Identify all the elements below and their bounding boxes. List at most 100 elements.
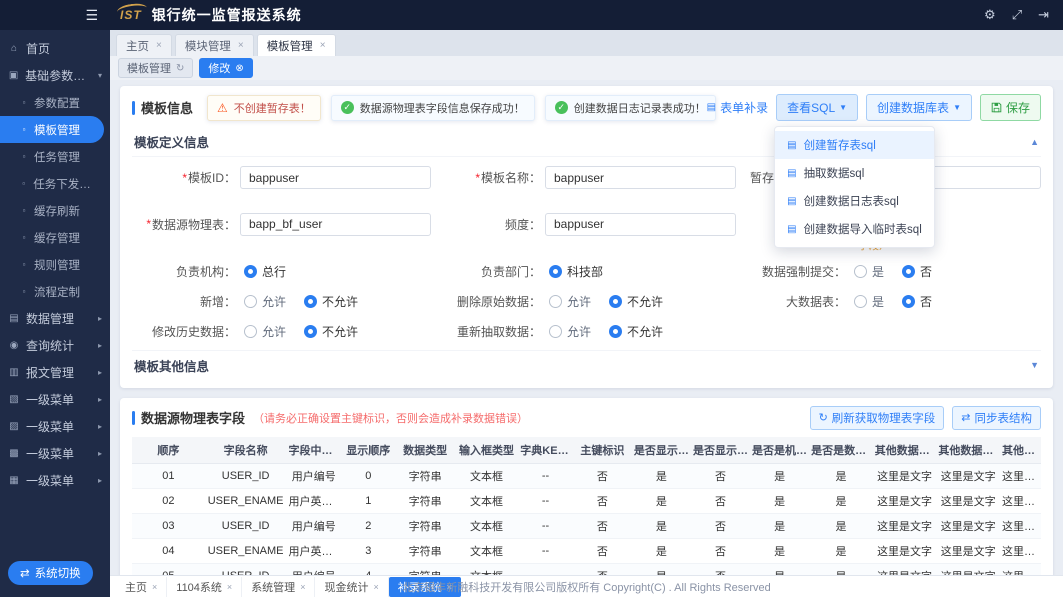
chip-icon[interactable]: ⊗ bbox=[235, 63, 243, 74]
close-icon[interactable]: × bbox=[152, 582, 157, 592]
sql-menu-item[interactable]: ▤ 创建数据日志表sql bbox=[775, 187, 934, 215]
radio-option[interactable]: 不允许 bbox=[609, 293, 663, 310]
column-header[interactable]: 其他数据名称 bbox=[936, 437, 1000, 464]
sidebar-item-process-custom[interactable]: ▫ 流程定制 bbox=[0, 278, 110, 305]
close-icon[interactable]: × bbox=[320, 40, 326, 51]
sidebar-item-cache-refresh[interactable]: ▫ 缓存刷新 bbox=[0, 197, 110, 224]
sidebar-item-rule-management[interactable]: ▫ 规则管理 bbox=[0, 251, 110, 278]
fullscreen-icon[interactable]: ⤢ bbox=[1012, 7, 1022, 23]
radio-option[interactable]: 否 bbox=[902, 263, 932, 280]
tab-module-management[interactable]: 模块管理 × bbox=[175, 34, 254, 56]
sidebar-item-level1-menu-4[interactable]: ▦ 一级菜单 ▸ bbox=[0, 467, 110, 494]
template-name-field: * 模板名称： bbox=[437, 166, 736, 189]
table-row[interactable]: 05 USER_ID 用户编号 4 字符串 文本框 -- 否 是 否 bbox=[132, 563, 1041, 575]
sidebar-item-task-management[interactable]: ▫ 任务管理 bbox=[0, 143, 110, 170]
collapse-icon[interactable]: ▲ bbox=[1030, 137, 1039, 147]
radio-label: 允许 bbox=[262, 323, 286, 340]
column-header[interactable]: 主键标识 bbox=[573, 437, 632, 464]
sidebar-item-home[interactable]: ⌂ 首页 bbox=[0, 35, 110, 62]
column-header[interactable]: 字段中文名称 bbox=[287, 437, 342, 464]
sql-menu-item[interactable]: ▤ 创建数据导入临时表sql bbox=[775, 215, 934, 243]
radio-option[interactable]: 否 bbox=[902, 293, 932, 310]
close-icon[interactable]: × bbox=[156, 40, 162, 51]
menu-item-icon: ▫ bbox=[20, 287, 28, 296]
chip-icon[interactable]: ↻ bbox=[176, 63, 184, 74]
tab-bar: 主页 × 模块管理 × 模板管理 × bbox=[110, 30, 1063, 56]
column-header[interactable]: 字段名称 bbox=[205, 437, 287, 464]
sidebar-item-task-dispatch[interactable]: ▫ 任务下发情况 bbox=[0, 170, 110, 197]
logout-icon[interactable]: ⇥ bbox=[1038, 7, 1049, 23]
radio-option[interactable]: 允许 bbox=[549, 323, 591, 340]
bottom-tab-1104-system[interactable]: 1104系统 × bbox=[167, 577, 242, 597]
close-icon[interactable]: × bbox=[227, 582, 232, 592]
radio-option[interactable]: 不允许 bbox=[609, 323, 663, 340]
sidebar-item-query-stats[interactable]: ◉ 查询统计 ▸ bbox=[0, 332, 110, 359]
tab-template-management[interactable]: 模板管理 × bbox=[257, 34, 336, 56]
create-db-table-button[interactable]: 创建数据库表 ▼ bbox=[866, 94, 972, 121]
sidebar-item-message-management[interactable]: ▥ 报文管理 ▸ bbox=[0, 359, 110, 386]
sync-structure-button[interactable]: ⇄ 同步表结构 bbox=[952, 406, 1041, 430]
gear-icon[interactable]: ⚙ bbox=[984, 7, 996, 23]
close-icon[interactable]: × bbox=[373, 582, 378, 592]
table-row[interactable]: 03 USER_ID 用户编号 2 字符串 文本框 -- 否 是 否 bbox=[132, 513, 1041, 538]
table-row[interactable]: 02 USER_ENAME 用户英文名 1 字符串 文本框 -- 否 是 否 bbox=[132, 488, 1041, 513]
column-header[interactable]: 其他数据名称 bbox=[1000, 437, 1041, 464]
sidebar-item-level1-menu-1[interactable]: ▧ 一级菜单 ▸ bbox=[0, 386, 110, 413]
radio-label: 允许 bbox=[567, 323, 591, 340]
card-title-text: 模板信息 bbox=[141, 98, 193, 117]
sidebar-item-level1-menu-2[interactable]: ▨ 一级菜单 ▸ bbox=[0, 413, 110, 440]
field-input[interactable] bbox=[240, 166, 431, 189]
sidebar-item-cache-management[interactable]: ▫ 缓存管理 bbox=[0, 224, 110, 251]
column-header[interactable]: 是否显示在... bbox=[632, 437, 691, 464]
view-sql-button[interactable]: 查看SQL ▼ bbox=[776, 94, 858, 121]
field-label-text: 大数据表： bbox=[786, 293, 846, 310]
radio-option[interactable]: 允许 bbox=[244, 293, 286, 310]
column-header[interactable]: 数据类型 bbox=[396, 437, 455, 464]
radio-option[interactable]: 是 bbox=[854, 293, 884, 310]
table-row[interactable]: 01 USER_ID 用户编号 0 字符串 文本框 -- 否 是 否 bbox=[132, 463, 1041, 488]
close-icon[interactable]: × bbox=[238, 40, 244, 51]
field-input[interactable] bbox=[240, 213, 431, 236]
menu-icon[interactable]: ☰ bbox=[85, 7, 98, 24]
radio-group: 允许 不允许 bbox=[244, 293, 358, 310]
radio-option[interactable]: 不允许 bbox=[304, 293, 358, 310]
column-header[interactable]: 是否显示在... bbox=[691, 437, 750, 464]
chip-template-management[interactable]: 模板管理 ↻ bbox=[118, 58, 193, 78]
sidebar-item-basic-params[interactable]: ▣ 基础参数配置 ▾ bbox=[0, 62, 110, 89]
column-header[interactable]: 是否是数据... bbox=[809, 437, 873, 464]
radio-option[interactable]: 科技部 bbox=[549, 263, 603, 280]
column-header[interactable]: 顺序 bbox=[132, 437, 205, 464]
system-switch-button[interactable]: ⇄ 系统切换 bbox=[8, 561, 93, 585]
bottom-tab-cash-stats[interactable]: 现金统计 × bbox=[315, 577, 388, 597]
column-header[interactable]: 是否是机构... bbox=[750, 437, 809, 464]
sidebar-item-data-management[interactable]: ▤ 数据管理 ▸ bbox=[0, 305, 110, 332]
close-icon[interactable]: × bbox=[300, 582, 305, 592]
sidebar-item-param-config[interactable]: ▫ 参数配置 bbox=[0, 89, 110, 116]
form-backfill-button[interactable]: ▤ 表单补录 bbox=[707, 99, 768, 116]
column-header[interactable]: 字典KEY/日... bbox=[518, 437, 573, 464]
chip-edit[interactable]: 修改 ⊗ bbox=[199, 58, 252, 78]
field-input[interactable] bbox=[545, 166, 736, 189]
radio-option[interactable]: 总行 bbox=[244, 263, 286, 280]
radio-icon bbox=[902, 295, 915, 308]
bottom-tab-system-management[interactable]: 系统管理 × bbox=[242, 577, 315, 597]
tab-home[interactable]: 主页 × bbox=[116, 34, 172, 56]
refresh-fields-label: 刷新获取物理表字段 bbox=[832, 410, 936, 426]
table-row[interactable]: 04 USER_ENAME 用户英文名 3 字符串 文本框 -- 否 是 否 bbox=[132, 538, 1041, 563]
sql-menu-item[interactable]: ▤ 创建暂存表sql bbox=[775, 131, 934, 159]
sql-menu-item[interactable]: ▤ 抽取数据sql bbox=[775, 159, 934, 187]
field-input[interactable] bbox=[545, 213, 736, 236]
radio-option[interactable]: 允许 bbox=[244, 323, 286, 340]
refresh-fields-button[interactable]: ↻ 刷新获取物理表字段 bbox=[810, 406, 945, 430]
column-header[interactable]: 输入框类型 bbox=[455, 437, 519, 464]
sidebar-item-template-management[interactable]: ▫ 模板管理 bbox=[0, 116, 104, 143]
radio-option[interactable]: 不允许 bbox=[304, 323, 358, 340]
sidebar-item-level1-menu-3[interactable]: ▩ 一级菜单 ▸ bbox=[0, 440, 110, 467]
expand-icon[interactable]: ▼ bbox=[1030, 360, 1039, 370]
bottom-tab-home[interactable]: 主页 × bbox=[116, 577, 167, 597]
radio-option[interactable]: 是 bbox=[854, 263, 884, 280]
column-header[interactable]: 其他数据名称 bbox=[873, 437, 937, 464]
column-header[interactable]: 显示顺序 bbox=[341, 437, 396, 464]
save-button[interactable]: 保存 bbox=[980, 94, 1041, 121]
radio-option[interactable]: 允许 bbox=[549, 293, 591, 310]
